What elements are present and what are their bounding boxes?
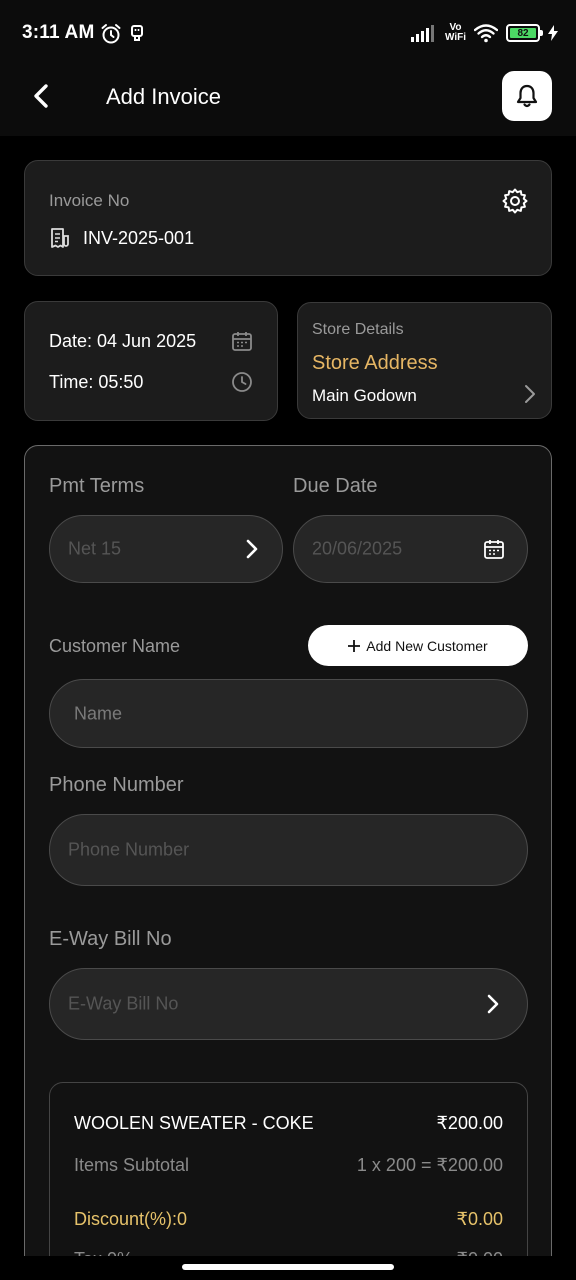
- status-time: 3:11 AM: [22, 22, 95, 43]
- item-price: ₹200.00: [436, 1113, 503, 1133]
- bell-icon: [516, 84, 538, 108]
- plus-icon: [348, 639, 361, 652]
- notifications-button[interactable]: [502, 71, 552, 121]
- vowifi-indicator: Vo WiFi: [445, 23, 466, 43]
- invoice-number-card: Invoice No INV-2025-001: [24, 160, 552, 276]
- wifi-text: WiFi: [444, 32, 466, 43]
- store-details-card[interactable]: Store Details Store Address Main Godown: [297, 302, 552, 419]
- alarm-icon: [101, 24, 121, 44]
- discount-row: Discount(%):0 ₹0.00: [74, 1209, 503, 1230]
- calendar-icon[interactable]: [231, 330, 253, 352]
- item-row: WOOLEN SWEATER - COKE ₹200.00: [74, 1113, 503, 1134]
- item-name: WOOLEN SWEATER - COKE: [74, 1113, 314, 1133]
- invoice-form: Pmt Terms Due Date Net 15 20/06/2025 Cus…: [24, 445, 552, 1280]
- app-bar: Add Invoice: [0, 64, 576, 136]
- calendar-icon: [484, 540, 504, 559]
- add-new-customer-button[interactable]: Add New Customer: [308, 625, 528, 666]
- date-time-card[interactable]: Date: 04 Jun 2025 Time: 05:50: [24, 301, 278, 421]
- chevron-right-icon: [525, 385, 535, 403]
- due-date-label: Due Date: [293, 475, 378, 497]
- home-indicator[interactable]: [182, 1264, 394, 1270]
- customer-name-placeholder: Name: [74, 703, 123, 723]
- store-address-title: Store Address: [312, 352, 438, 374]
- wifi-icon: [474, 24, 498, 43]
- eway-bill-input[interactable]: E-Way Bill No: [49, 968, 528, 1040]
- time-row: Time: 05:50: [49, 371, 253, 393]
- page-title: Add Invoice: [106, 84, 221, 109]
- store-name-value: Main Godown: [312, 386, 417, 405]
- store-details-label: Store Details: [312, 321, 404, 338]
- battery-icon: 82: [506, 24, 543, 42]
- due-date-field[interactable]: 20/06/2025: [293, 515, 528, 583]
- pmt-terms-label: Pmt Terms: [49, 475, 145, 497]
- add-new-customer-label: Add New Customer: [366, 637, 488, 654]
- charging-icon: [548, 25, 558, 41]
- discount-label: Discount(%):0: [74, 1209, 188, 1229]
- due-date-value: 20/06/2025: [312, 538, 403, 559]
- discount-value: ₹0.00: [456, 1209, 504, 1229]
- time-value: Time: 05:50: [49, 371, 144, 392]
- phone-number-input[interactable]: Phone Number: [49, 814, 528, 886]
- invoice-number-value: INV-2025-001: [83, 227, 195, 248]
- gear-icon[interactable]: [501, 187, 529, 215]
- eway-bill-placeholder: E-Way Bill No: [68, 993, 179, 1014]
- customer-name-input[interactable]: Name: [49, 679, 528, 748]
- subtotal-row: Items Subtotal 1 x 200 = ₹200.00: [74, 1155, 503, 1176]
- pmt-terms-select[interactable]: Net 15: [49, 515, 283, 583]
- status-bar: 3:11 AM Vo WiFi 82: [0, 0, 576, 64]
- usb-icon: [131, 25, 143, 41]
- subtotal-value: 1 x 200 = ₹200.00: [356, 1155, 503, 1175]
- signal-icon: [410, 25, 434, 42]
- eway-bill-label: E-Way Bill No: [49, 928, 172, 950]
- invoice-no-label: Invoice No: [49, 191, 130, 210]
- date-row: Date: 04 Jun 2025: [49, 330, 253, 352]
- line-item-card[interactable]: WOOLEN SWEATER - COKE ₹200.00 Items Subt…: [49, 1082, 528, 1280]
- battery-level: 82: [510, 28, 536, 39]
- phone-number-placeholder: Phone Number: [68, 839, 190, 860]
- date-value: Date: 04 Jun 2025: [49, 330, 197, 351]
- subtotal-label: Items Subtotal: [74, 1155, 190, 1175]
- invoice-no-row: INV-2025-001: [49, 227, 194, 249]
- status-icons: Vo WiFi 82: [410, 20, 558, 46]
- customer-name-label: Customer Name: [49, 636, 181, 656]
- clock-icon[interactable]: [231, 371, 253, 393]
- receipt-icon: [51, 228, 69, 248]
- phone-number-label: Phone Number: [49, 774, 184, 796]
- back-arrow-icon[interactable]: [26, 80, 58, 112]
- chevron-right-icon: [246, 539, 258, 559]
- chevron-right-icon: [487, 994, 499, 1014]
- pmt-terms-value: Net 15: [68, 538, 122, 559]
